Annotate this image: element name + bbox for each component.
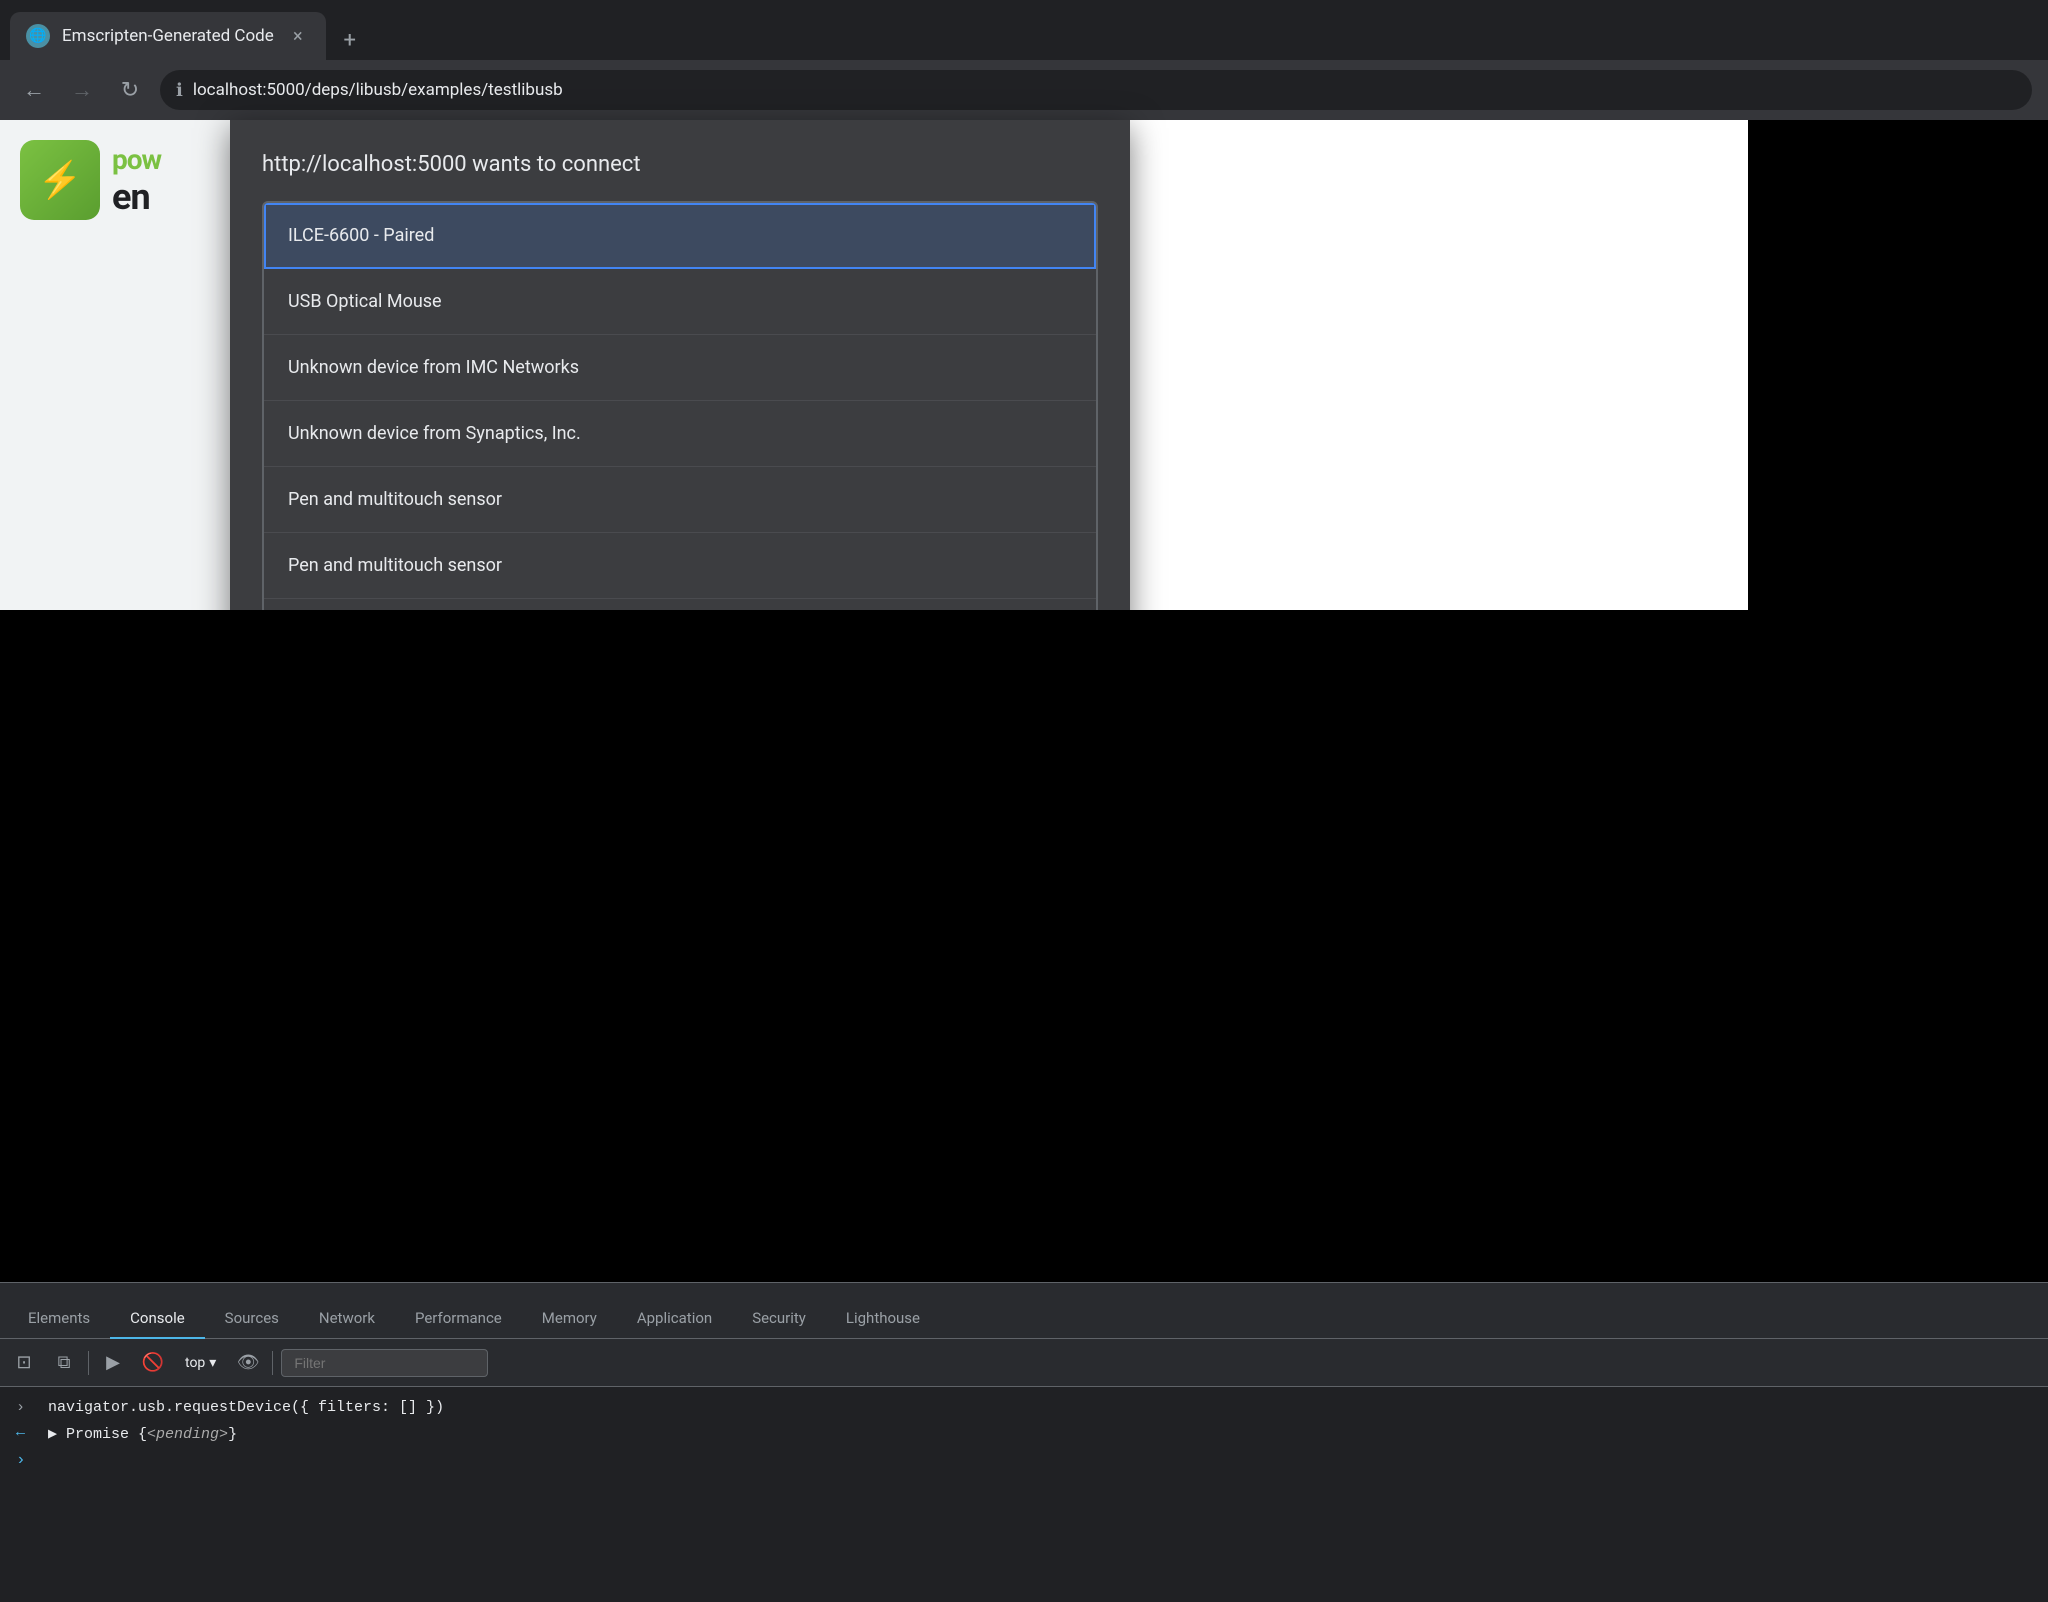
page-background-right <box>1748 120 2048 610</box>
device-item-5[interactable]: Pen and multitouch sensor <box>264 533 1096 599</box>
top-context-chevron: ▾ <box>209 1355 216 1371</box>
devtools-tab-console[interactable]: Console <box>110 1299 205 1339</box>
toolbar-separator-2 <box>272 1351 273 1375</box>
nav-bar: ← → ↻ ℹ localhost:5000/deps/libusb/examp… <box>0 60 2048 120</box>
new-tab-button[interactable]: + <box>330 20 370 60</box>
devtools-tabs: ElementsConsoleSourcesNetworkPerformance… <box>0 1283 2048 1339</box>
forward-button[interactable]: → <box>64 72 100 108</box>
logo-area: ⚡ pow en <box>20 140 161 220</box>
no-symbol-button[interactable]: 🚫 <box>137 1347 169 1379</box>
console-result-1: ▶ Promise {<pending>} <box>48 1424 237 1443</box>
top-context-selector[interactable]: top ▾ <box>177 1351 224 1375</box>
devtools-tab-performance[interactable]: Performance <box>395 1299 522 1339</box>
devtools-tab-memory[interactable]: Memory <box>522 1299 617 1339</box>
browser-chrome: 🌐 Emscripten-Generated Code × + ← → ↻ ℹ … <box>0 0 2048 120</box>
devtools-tab-lighthouse[interactable]: Lighthouse <box>826 1299 940 1339</box>
console-prompt-1: › <box>16 1399 36 1416</box>
devtools-panel: ElementsConsoleSourcesNetworkPerformance… <box>0 1282 2048 1602</box>
logo-text: pow en <box>112 143 161 218</box>
address-bar[interactable]: ℹ localhost:5000/deps/libusb/examples/te… <box>160 70 2032 110</box>
address-text: localhost:5000/deps/libusb/examples/test… <box>193 80 563 100</box>
device-item-2[interactable]: Unknown device from IMC Networks <box>264 335 1096 401</box>
inspect-element-button[interactable]: ⊡ <box>8 1347 40 1379</box>
devtools-toolbar: ⊡ ⧉ ▶ 🚫 top ▾ 👁 <box>0 1339 2048 1387</box>
dialog-title: http://localhost:5000 wants to connect <box>262 152 1098 177</box>
console-output: › navigator.usb.requestDevice({ filters:… <box>0 1387 2048 1481</box>
devtools-tab-application[interactable]: Application <box>617 1299 732 1339</box>
devtools-tab-network[interactable]: Network <box>299 1299 395 1339</box>
device-toggle-button[interactable]: ⧉ <box>48 1347 80 1379</box>
top-context-label: top <box>185 1355 205 1371</box>
tab-title: Emscripten-Generated Code <box>62 26 274 46</box>
console-line-2: ← ▶ Promise {<pending>} <box>16 1424 2032 1443</box>
device-item-0[interactable]: ILCE-6600 - Paired <box>264 203 1096 269</box>
logo-icon: ⚡ <box>20 140 100 220</box>
tab-bar: 🌐 Emscripten-Generated Code × + <box>0 0 2048 60</box>
toolbar-separator <box>88 1351 89 1375</box>
console-cursor: › <box>16 1451 26 1469</box>
console-line-1: › navigator.usb.requestDevice({ filters:… <box>16 1399 2032 1416</box>
devtools-tab-security[interactable]: Security <box>732 1299 826 1339</box>
info-icon: ℹ <box>176 80 183 101</box>
eye-button[interactable]: 👁 <box>232 1347 264 1379</box>
device-item-4[interactable]: Pen and multitouch sensor <box>264 467 1096 533</box>
console-arrow-1: ← <box>16 1424 36 1441</box>
page-sidebar-bg: ⚡ pow en <box>0 120 230 610</box>
console-filter-input[interactable] <box>281 1349 488 1377</box>
content-area: ⚡ pow en http://localhost:5000 wants to … <box>0 120 2048 1602</box>
middle-black-area <box>0 610 2048 1282</box>
tab-close-button[interactable]: × <box>286 24 310 48</box>
play-button[interactable]: ▶ <box>97 1347 129 1379</box>
device-item-3[interactable]: Unknown device from Synaptics, Inc. <box>264 401 1096 467</box>
tab-favicon: 🌐 <box>26 24 50 48</box>
console-input-line: › <box>16 1451 2032 1469</box>
logo-text-en: en <box>112 176 161 218</box>
console-command-1: navigator.usb.requestDevice({ filters: [… <box>48 1399 444 1416</box>
reload-button[interactable]: ↻ <box>112 72 148 108</box>
devtools-tab-elements[interactable]: Elements <box>8 1299 110 1339</box>
active-tab[interactable]: 🌐 Emscripten-Generated Code × <box>10 12 326 60</box>
devtools-tab-sources[interactable]: Sources <box>205 1299 299 1339</box>
back-button[interactable]: ← <box>16 72 52 108</box>
logo-text-pow: pow <box>112 143 161 176</box>
device-item-1[interactable]: USB Optical Mouse <box>264 269 1096 335</box>
